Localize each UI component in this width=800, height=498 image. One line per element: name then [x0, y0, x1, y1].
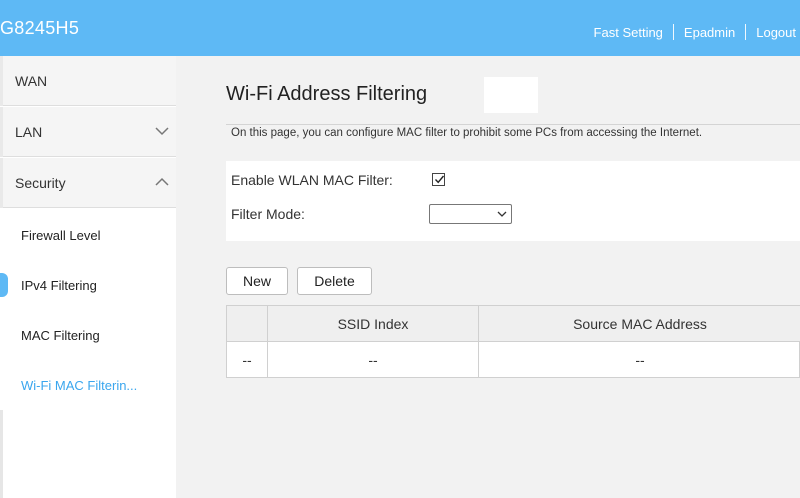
- mac-filter-table: SSID Index Source MAC Address -- -- --: [226, 305, 800, 378]
- sidebar-item-label: LAN: [15, 124, 43, 140]
- user-account-link[interactable]: Epadmin: [684, 25, 735, 40]
- sidebar: WAN LAN Security Firewall Level IPv4 Fil…: [0, 56, 176, 498]
- checkmark-icon: [434, 175, 445, 184]
- header-ssid-index: SSID Index: [337, 316, 409, 332]
- table-cell: --: [635, 352, 645, 368]
- sidebar-item-security[interactable]: Security: [0, 158, 176, 208]
- chevron-down-icon: [497, 211, 507, 217]
- filter-mode-select[interactable]: [429, 204, 512, 224]
- sidebar-item-mac-filtering[interactable]: MAC Filtering: [0, 310, 176, 360]
- filter-settings-form: Enable WLAN MAC Filter: Filter Mode:: [226, 161, 800, 241]
- sidebar-item-label: MAC Filtering: [21, 328, 100, 343]
- top-nav: Fast Setting Epadmin Logout: [594, 24, 796, 40]
- sidebar-rail: [0, 56, 3, 106]
- sidebar-item-label: WAN: [15, 73, 48, 89]
- sidebar-item-wan[interactable]: WAN: [0, 56, 176, 106]
- table-cell: --: [368, 352, 378, 368]
- sidebar-rail: [0, 158, 3, 208]
- top-bar: G8245H5 Fast Setting Epadmin Logout: [0, 0, 800, 56]
- chevron-down-icon: [155, 127, 169, 136]
- header-source-mac: Source MAC Address: [573, 316, 707, 332]
- sidebar-item-label: IPv4 Filtering: [21, 278, 97, 293]
- sidebar-item-label: Wi-Fi MAC Filterin...: [21, 378, 138, 393]
- fast-setting-link[interactable]: Fast Setting: [594, 25, 663, 40]
- nav-separator: [672, 24, 674, 40]
- sidebar-item-label: Firewall Level: [21, 228, 101, 243]
- filter-mode-label: Filter Mode:: [231, 206, 305, 222]
- sidebar-rail: [0, 107, 3, 157]
- title-divider: [226, 124, 800, 125]
- table-cell: --: [242, 352, 252, 368]
- chevron-up-icon: [155, 177, 169, 186]
- sidebar-item-firewall-level[interactable]: Firewall Level: [0, 210, 176, 260]
- delete-button[interactable]: Delete: [297, 267, 372, 295]
- device-model: G8245H5: [0, 18, 80, 38]
- page-description: On this page, you can configure MAC filt…: [231, 127, 703, 139]
- enable-filter-checkbox[interactable]: [432, 173, 445, 186]
- sidebar-item-ipv4-filtering[interactable]: IPv4 Filtering: [0, 260, 176, 310]
- sidebar-item-label: Security: [15, 175, 66, 191]
- title-placeholder-box: [484, 77, 538, 113]
- selection-marker: [0, 273, 8, 297]
- sidebar-item-wifi-mac-filtering[interactable]: Wi-Fi MAC Filterin...: [0, 360, 176, 410]
- sidebar-item-lan[interactable]: LAN: [0, 107, 176, 157]
- logout-link[interactable]: Logout: [756, 25, 796, 40]
- new-button[interactable]: New: [226, 267, 288, 295]
- nav-separator: [745, 24, 747, 40]
- page-title: Wi-Fi Address Filtering: [226, 83, 428, 105]
- main-content: Wi-Fi Address Filtering On this page, yo…: [176, 56, 800, 498]
- enable-filter-label: Enable WLAN MAC Filter:: [231, 172, 393, 188]
